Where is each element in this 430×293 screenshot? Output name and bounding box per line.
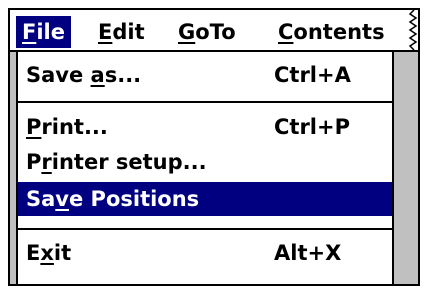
menu-item-exit-label: Exit: [26, 241, 72, 265]
menu-edit[interactable]: Edit: [92, 16, 151, 48]
menu-goto-label: GoTo: [178, 20, 236, 44]
menu-separator: [18, 228, 392, 230]
file-dropdown-menu: Save as... Ctrl+A Print... Ctrl+P Printe…: [16, 50, 394, 284]
menu-contents-label: Contents: [278, 20, 385, 44]
menu-goto[interactable]: GoTo: [172, 16, 242, 48]
menu-item-print[interactable]: Print... Ctrl+P: [18, 112, 392, 142]
menu-separator: [18, 101, 392, 103]
torn-edge-icon: [408, 10, 418, 50]
menu-item-exit[interactable]: Exit Alt+X: [18, 238, 392, 268]
menu-file-label: File: [22, 20, 65, 44]
menu-bar: File Edit GoTo Contents: [10, 10, 418, 52]
menu-item-print-shortcut: Ctrl+P: [274, 115, 350, 139]
menu-edit-label: Edit: [98, 20, 145, 44]
menu-item-save-positions[interactable]: Save Positions: [18, 182, 392, 216]
menu-item-printer-setup[interactable]: Printer setup...: [18, 147, 392, 177]
menu-item-print-label: Print...: [26, 115, 108, 139]
application-window: File Edit GoTo Contents Save as... Ctrl+…: [8, 8, 420, 286]
menu-item-printer-setup-label: Printer setup...: [26, 150, 207, 174]
menu-contents[interactable]: Contents: [272, 16, 391, 48]
menu-item-save-positions-label: Save Positions: [26, 187, 200, 211]
menu-item-save-as-label: Save as...: [26, 63, 142, 87]
menu-file[interactable]: File: [16, 16, 71, 48]
menu-item-save-as[interactable]: Save as... Ctrl+A: [18, 60, 392, 90]
menu-item-save-as-shortcut: Ctrl+A: [274, 63, 351, 87]
menu-item-exit-shortcut: Alt+X: [274, 241, 342, 265]
